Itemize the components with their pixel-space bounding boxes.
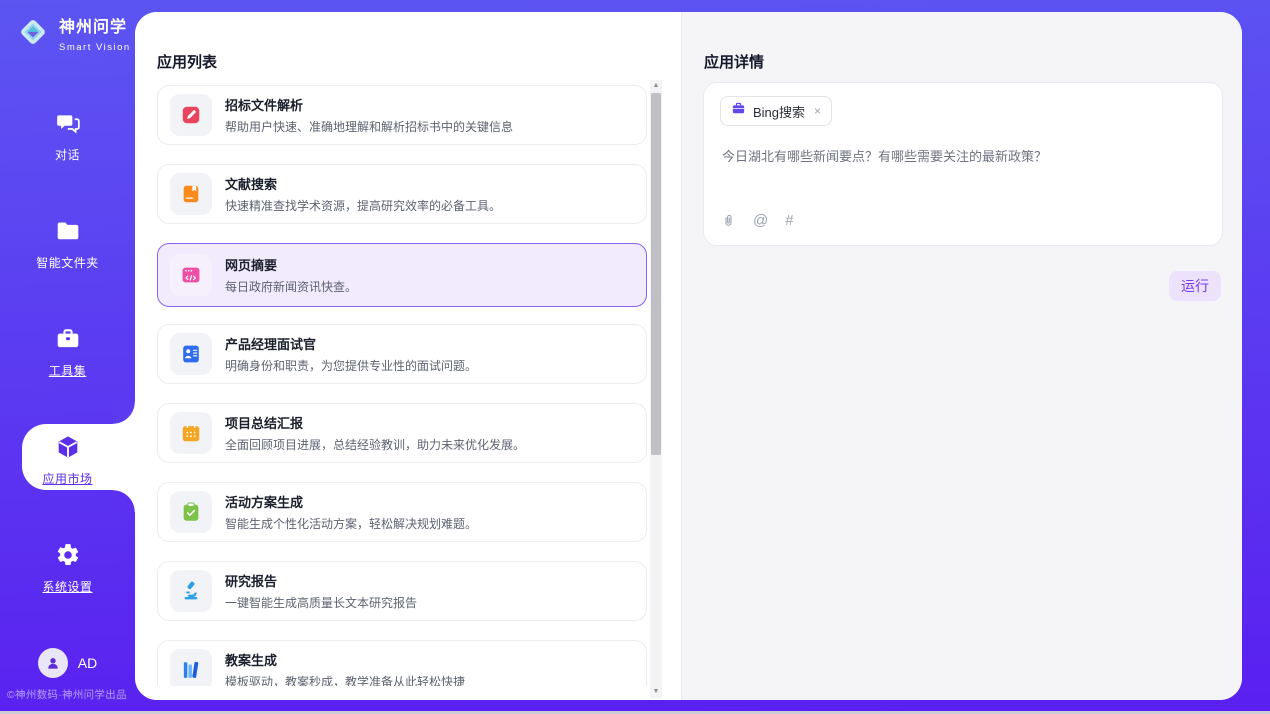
diamond-logo-icon: [15, 14, 51, 55]
toolbox-icon: [55, 339, 81, 356]
app-card-title: 项目总结汇报: [225, 413, 525, 432]
app-card-description: 每日政府新闻资讯快查。: [225, 278, 357, 295]
app-card-title: 产品经理面试官: [225, 334, 477, 353]
hashtag-icon[interactable]: #: [785, 213, 793, 229]
run-button[interactable]: 运行: [1169, 271, 1221, 301]
app-card-description: 一键智能生成高质量长文本研究报告: [225, 594, 417, 611]
app-card[interactable]: 网页摘要 每日政府新闻资讯快查。: [157, 243, 647, 307]
app-card[interactable]: 教案生成 模板驱动，教案秒成，教学准备从此轻松快捷: [157, 640, 647, 686]
app-card-description: 智能生成个性化活动方案，轻松解决规划难题。: [225, 515, 477, 532]
composer-toolbar: @ #: [721, 212, 794, 229]
tool-tag-label: Bing搜索: [753, 102, 805, 121]
app-list-panel: 应用列表 招标文件解析 帮助用户快速、准确地理解和解析招标书中的关键信息 文献搜…: [135, 12, 681, 700]
scroll-down-icon[interactable]: ▼: [650, 687, 662, 697]
activity-plan-icon: [170, 491, 212, 533]
user-name: AD: [78, 655, 97, 671]
app-card-title: 招标文件解析: [225, 95, 513, 114]
app-card[interactable]: 产品经理面试官 明确身份和职责，为您提供专业性的面试问题。: [157, 324, 647, 384]
app-card[interactable]: 活动方案生成 智能生成个性化活动方案，轻松解决规划难题。: [157, 482, 647, 542]
attachment-icon[interactable]: [721, 212, 736, 229]
sidebar-item-label: 系统设置: [0, 578, 135, 595]
list-scrollbar[interactable]: ▲ ▼: [650, 80, 662, 698]
scroll-up-icon[interactable]: ▲: [650, 81, 662, 91]
sidebar-item-cube[interactable]: 应用市场: [0, 434, 135, 487]
sidebar-item-gear[interactable]: 系统设置: [0, 542, 135, 595]
brand-name: 神州问学: [59, 19, 127, 36]
sidebar-item-label: 智能文件夹: [0, 254, 135, 271]
scrollbar-thumb[interactable]: [651, 93, 661, 455]
app-card-title: 网页摘要: [225, 255, 357, 274]
app-detail-panel: 应用详情 Bing搜索 × 今日湖北有哪些新闻要点？有哪些需要关注的最新政策？: [681, 12, 1242, 700]
app-card[interactable]: 招标文件解析 帮助用户快速、准确地理解和解析招标书中的关键信息: [157, 85, 647, 145]
query-text[interactable]: 今日湖北有哪些新闻要点？有哪些需要关注的最新政策？: [722, 147, 1204, 167]
sidebar-item-folder[interactable]: 智能文件夹: [0, 218, 135, 271]
tool-tag-bing-search[interactable]: Bing搜索 ×: [720, 96, 832, 126]
mention-icon[interactable]: @: [753, 213, 768, 229]
composer-card[interactable]: Bing搜索 × 今日湖北有哪些新闻要点？有哪些需要关注的最新政策？ @ #: [703, 82, 1223, 246]
tag-close-icon[interactable]: ×: [814, 104, 821, 118]
app-card[interactable]: 文献搜索 快速精准查找学术资源，提高研究效率的必备工具。: [157, 164, 647, 224]
sidebar-item-toolbox[interactable]: 工具集: [0, 326, 135, 379]
sidebar-item-chat[interactable]: 对话: [0, 110, 135, 163]
app-card-description: 帮助用户快速、准确地理解和解析招标书中的关键信息: [225, 118, 513, 135]
app-card-title: 活动方案生成: [225, 492, 477, 511]
sidebar-item-label: 对话: [0, 146, 135, 163]
app-card-title: 研究报告: [225, 571, 417, 590]
chat-icon: [55, 123, 81, 140]
gear-icon: [55, 555, 81, 572]
app-card-list: 招标文件解析 帮助用户快速、准确地理解和解析招标书中的关键信息 文献搜索 快速精…: [157, 85, 647, 686]
main-content: 应用列表 招标文件解析 帮助用户快速、准确地理解和解析招标书中的关键信息 文献搜…: [135, 12, 1242, 700]
app-card-description: 明确身份和职责，为您提供专业性的面试问题。: [225, 357, 477, 374]
user-avatar-icon: [38, 648, 68, 678]
bid-document-icon: [170, 94, 212, 136]
app-card-description: 全面回顾项目进展，总结经验教训，助力未来优化发展。: [225, 436, 525, 453]
brand-tagline: Smart Vision: [59, 42, 131, 53]
web-summary-icon: [170, 254, 212, 296]
user-account[interactable]: AD: [0, 648, 135, 678]
app-detail-title: 应用详情: [704, 51, 764, 72]
brand-text: 神州问学 Smart Vision: [59, 13, 135, 55]
cube-icon: [55, 447, 81, 464]
app-card-description: 模板驱动，教案秒成，教学准备从此轻松快捷: [225, 673, 465, 686]
app-card[interactable]: 研究报告 一键智能生成高质量长文本研究报告: [157, 561, 647, 621]
brand-logo: 神州问学 Smart Vision: [15, 13, 135, 55]
sidebar-item-label: 应用市场: [0, 470, 135, 487]
app-card-title: 文献搜索: [225, 174, 501, 193]
app-card[interactable]: 项目总结汇报 全面回顾项目进展，总结经验教训，助力未来优化发展。: [157, 403, 647, 463]
app-list-title: 应用列表: [157, 51, 217, 72]
project-report-icon: [170, 412, 212, 454]
app-card-description: 快速精准查找学术资源，提高研究效率的必备工具。: [225, 197, 501, 214]
research-report-icon: [170, 570, 212, 612]
literature-search-icon: [170, 173, 212, 215]
sidebar: 神州问学 Smart Vision 对话 智能文件夹 工具集 应用市场 系统设置…: [0, 0, 135, 711]
folder-icon: [55, 231, 81, 248]
briefcase-icon: [731, 101, 746, 121]
lesson-plan-icon: [170, 649, 212, 686]
copyright-text: ©神州数码·神州问学出品: [7, 687, 127, 702]
sidebar-item-label: 工具集: [0, 362, 135, 379]
interviewer-icon: [170, 333, 212, 375]
app-card-title: 教案生成: [225, 650, 465, 669]
